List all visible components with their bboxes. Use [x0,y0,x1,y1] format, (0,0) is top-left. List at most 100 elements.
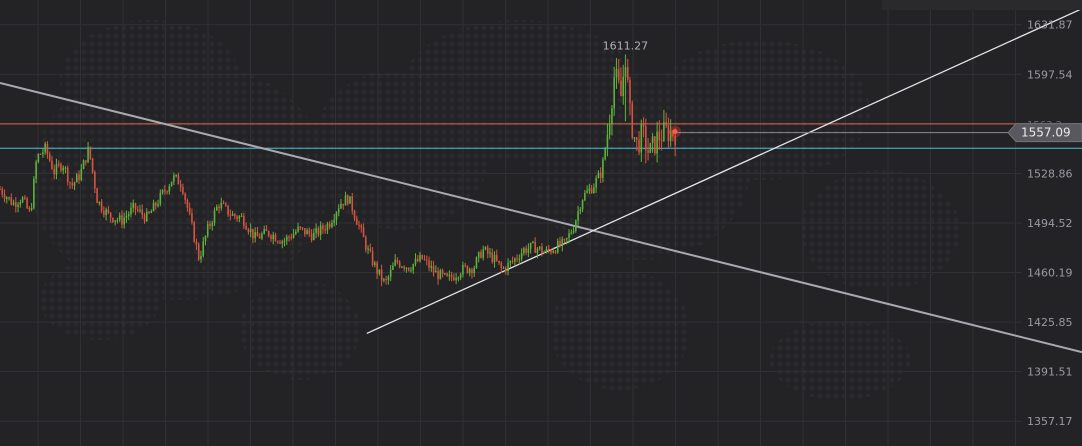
candle-body [132,203,135,208]
candle-body [150,211,153,213]
candle-body [220,203,223,209]
candle-body [324,229,326,231]
candle-body [507,262,509,272]
candle-body [608,124,611,135]
candle-body [227,205,229,215]
candle-body [206,224,209,237]
candle-body [46,143,49,154]
candle-body [629,79,631,104]
candle-body [164,190,166,192]
candle-body [173,175,175,182]
candle-body [651,136,654,144]
candle-body [346,195,349,204]
candle-body [39,153,42,155]
candle-body [466,265,469,273]
candle-body [439,270,442,280]
candle-body [145,211,148,222]
candle-body [617,69,620,81]
candle-body [638,139,640,153]
candle-body [446,273,448,277]
candle-body [64,167,67,169]
candle-body [518,258,521,260]
candle-body [511,261,514,263]
last-price-label: 1557.09 [1021,126,1071,140]
candle-body [523,248,525,254]
candle-body [103,210,105,215]
candle-body [491,252,494,263]
candle-body [611,108,613,125]
candle-body [209,224,211,226]
candle-body [380,269,383,281]
candle-body [475,257,478,269]
candle-body [595,178,597,188]
y-tick-label: 1425.85 [1027,316,1073,329]
candle-body [647,150,649,153]
candle-body [554,251,557,253]
candle-body [236,216,238,219]
candle-body [310,233,313,241]
candle-body [139,209,141,211]
price-chart[interactable]: 1611.27 1631.871597.541563.21528.861494.… [0,0,1082,446]
candle-body [410,270,412,272]
candle-body [73,182,76,186]
candle-body [231,214,234,216]
candle-body [155,202,157,206]
candle-body [218,206,220,209]
candle-body [369,248,372,252]
candle-body [502,267,505,269]
candle-body [335,212,338,220]
candle-body [534,241,536,253]
candle-body [26,198,28,209]
candle-body [355,218,358,225]
candle-body [141,209,144,215]
candle-body [645,126,647,151]
map-texture [40,260,160,340]
candle-body [509,261,512,263]
candle-body [543,252,545,254]
candle-body [3,194,6,199]
candle-body [486,247,489,254]
candle-body [326,223,329,231]
candle-body [78,174,80,181]
candle-body [148,211,150,213]
candle-body [430,265,433,268]
candle-body [658,131,661,141]
candle-body [254,232,256,239]
candle-body [274,234,277,242]
candle-body [12,202,15,205]
candle-body [371,251,374,266]
candle-body [538,246,541,249]
candle-body [123,217,125,225]
high-marker-label: 1611.27 [603,39,649,52]
y-tick-label: 1357.17 [1027,415,1073,428]
candle-body [398,262,401,267]
candle-body [663,122,665,141]
candle-body [353,211,356,219]
candle-body [200,256,202,260]
candle-body [15,202,17,207]
candle-body [383,279,385,281]
candle-body [358,224,360,226]
top-right-bar [882,0,1082,10]
candle-body [471,269,473,274]
y-tick-label: 1460.19 [1027,267,1073,280]
candle-body [245,226,247,230]
last-price-tag: 1557.09 [1007,123,1082,143]
candle-body [349,196,351,204]
candle-body [279,241,281,244]
candle-body [462,264,464,275]
candle-body [87,146,89,163]
candle-body [215,206,218,211]
candle-body [37,153,40,162]
candle-body [121,215,123,225]
candle-body [337,208,340,213]
candle-body [234,214,236,217]
candle-body [613,77,615,109]
candle-body [378,269,381,274]
candle-body [161,190,164,193]
map-texture [60,20,240,140]
candle-body [159,192,162,205]
candle-body [340,203,342,209]
candle-body [414,258,417,265]
candle-body [477,251,480,258]
